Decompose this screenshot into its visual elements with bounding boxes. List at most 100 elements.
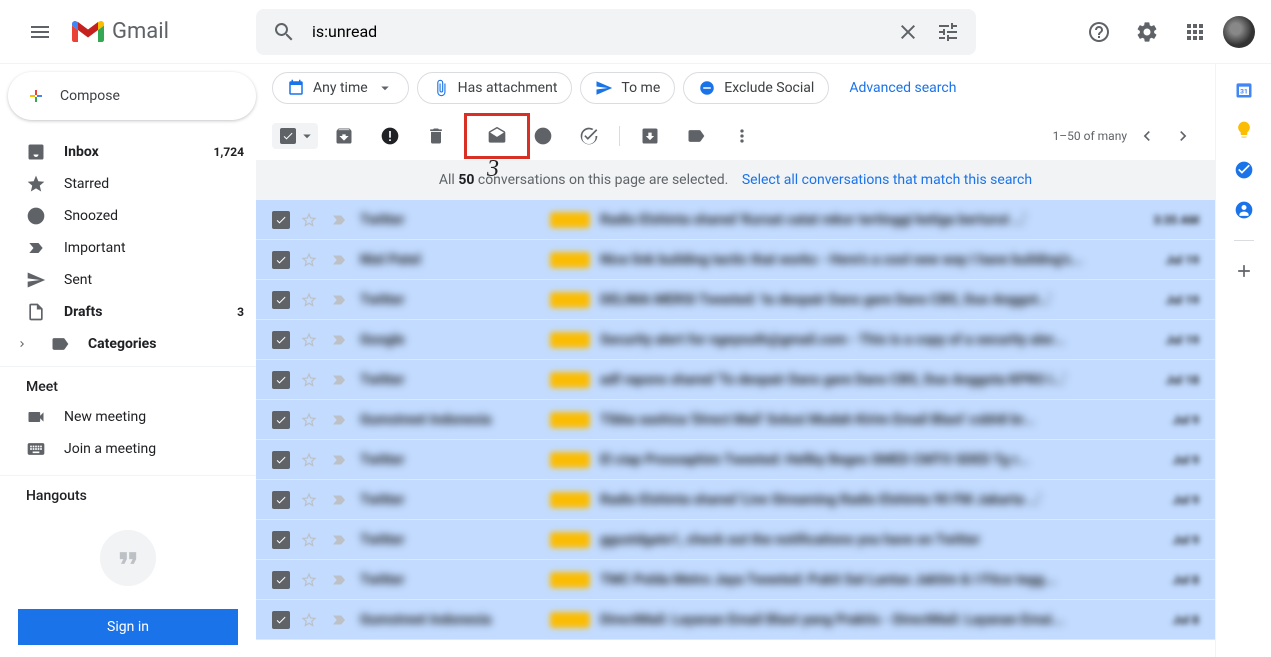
select-all-checkbox[interactable] [272,123,318,149]
star-icon[interactable] [300,211,320,229]
row-checkbox[interactable] [272,531,290,549]
annotation-3: 3 [487,156,499,183]
important-icon[interactable] [330,571,350,589]
important-icon[interactable] [330,291,350,309]
email-row[interactable]: Twitterggustdgate1, check out the notifi… [256,520,1215,560]
search-options-button[interactable] [928,12,968,52]
search-button[interactable] [264,12,304,52]
tasks-app-icon[interactable] [1234,160,1254,180]
plus-icon [24,84,48,108]
star-icon[interactable] [300,291,320,309]
nav-starred[interactable]: Starred [0,168,256,200]
search-input[interactable] [304,22,888,41]
star-icon[interactable] [300,571,320,589]
category-tag [550,572,590,588]
row-checkbox[interactable] [272,371,290,389]
chip-anytime[interactable]: Any time [272,72,409,104]
chip-exclude-social[interactable]: Exclude Social [683,72,829,104]
email-row[interactable]: TwitterRadio Elshinta shared 'Kursat cat… [256,200,1215,240]
nav-sent[interactable]: Sent [0,264,256,296]
nav-important[interactable]: Important [0,232,256,264]
important-icon[interactable] [330,611,350,629]
row-checkbox[interactable] [272,491,290,509]
important-icon[interactable] [330,251,350,269]
date: Jul 8 [1139,613,1199,627]
email-row[interactable]: Gumstreet IndonesiaTibba xashiza 'Direct… [256,400,1215,440]
nav-drafts[interactable]: Drafts 3 [0,296,256,328]
calendar-app-icon[interactable]: 31 [1234,80,1254,100]
star-icon[interactable] [300,491,320,509]
quote-icon [114,544,142,572]
important-icon[interactable] [330,411,350,429]
subject: Tibba xashiza 'Direct Mail' Solusi Mudah… [600,412,1129,428]
chip-attachment[interactable]: Has attachment [417,72,573,104]
star-icon[interactable] [300,251,320,269]
more-button[interactable] [722,116,762,156]
delete-button[interactable] [416,116,456,156]
nav-snoozed[interactable]: Snoozed [0,200,256,232]
keep-app-icon[interactable] [1234,120,1254,140]
star-icon[interactable] [300,331,320,349]
archive-button[interactable] [324,116,364,156]
prev-page-button[interactable] [1131,120,1163,152]
settings-button[interactable] [1127,12,1167,52]
join-meeting-button[interactable]: Join a meeting [0,433,256,465]
row-checkbox[interactable] [272,291,290,309]
report-spam-button[interactable] [370,116,410,156]
email-row[interactable]: TwitterTMC Polda Metro Jaya Tweeted: Puk… [256,560,1215,600]
email-row[interactable]: TwitterEl ciap Prosoaphim Tweeted: Hellb… [256,440,1215,480]
star-icon[interactable] [300,411,320,429]
chip-tome[interactable]: To me [580,72,675,104]
email-row[interactable]: TwitterDELIMA MERSI Tweeted: 'to despair… [256,280,1215,320]
row-checkbox[interactable] [272,571,290,589]
hangouts-bubble[interactable] [100,530,156,586]
banner-count: 50 [458,172,474,188]
apps-button[interactable] [1175,12,1215,52]
add-to-tasks-button[interactable] [569,116,609,156]
important-icon[interactable] [330,451,350,469]
nav-categories[interactable]: Categories [0,328,256,360]
email-row[interactable]: Twitteradf rapons shared 'To despair Dan… [256,360,1215,400]
row-checkbox[interactable] [272,611,290,629]
snooze-button[interactable] [523,116,563,156]
gmail-logo[interactable]: Gmail [72,19,169,44]
row-checkbox[interactable] [272,451,290,469]
star-icon[interactable] [300,531,320,549]
important-icon[interactable] [330,211,350,229]
select-all-link[interactable]: Select all conversations that match this… [742,172,1032,188]
row-checkbox[interactable] [272,411,290,429]
move-to-button[interactable] [630,116,670,156]
email-row[interactable]: Niel PatelNice link building tactic that… [256,240,1215,280]
advanced-search-link[interactable]: Advanced search [837,80,968,96]
compose-button[interactable]: Compose [8,72,256,120]
email-row[interactable]: TwitterRadio Elshinta shared 'Live Strea… [256,480,1215,520]
email-row[interactable]: GoogleSecurity alert for ngeyouth@gmail.… [256,320,1215,360]
new-meeting-button[interactable]: New meeting [0,401,256,433]
main-menu-button[interactable] [16,8,64,56]
contacts-app-icon[interactable] [1234,200,1254,220]
star-icon[interactable] [300,611,320,629]
side-panel: 31 [1215,64,1271,657]
row-checkbox[interactable] [272,211,290,229]
clear-search-button[interactable] [888,12,928,52]
email-row[interactable]: Gumstreet IndonesiaDirectMail: Layanan E… [256,600,1215,640]
signin-button[interactable]: Sign in [18,609,238,645]
nav-inbox[interactable]: Inbox 1,724 [0,136,256,168]
mark-read-button[interactable]: 3 [477,116,517,156]
subject: DELIMA MERSI Tweeted: 'to despair Dans g… [600,292,1129,308]
support-button[interactable] [1079,12,1119,52]
important-icon[interactable] [330,531,350,549]
pagination: 1–50 of many [1053,120,1199,152]
important-icon[interactable] [330,371,350,389]
row-checkbox[interactable] [272,251,290,269]
get-addons-button[interactable] [1234,261,1254,281]
next-page-button[interactable] [1167,120,1199,152]
star-icon[interactable] [300,451,320,469]
row-checkbox[interactable] [272,331,290,349]
labels-button[interactable] [676,116,716,156]
account-avatar[interactable] [1223,16,1255,48]
star-icon[interactable] [300,371,320,389]
important-icon[interactable] [330,331,350,349]
important-icon[interactable] [330,491,350,509]
clock-icon [533,126,553,146]
